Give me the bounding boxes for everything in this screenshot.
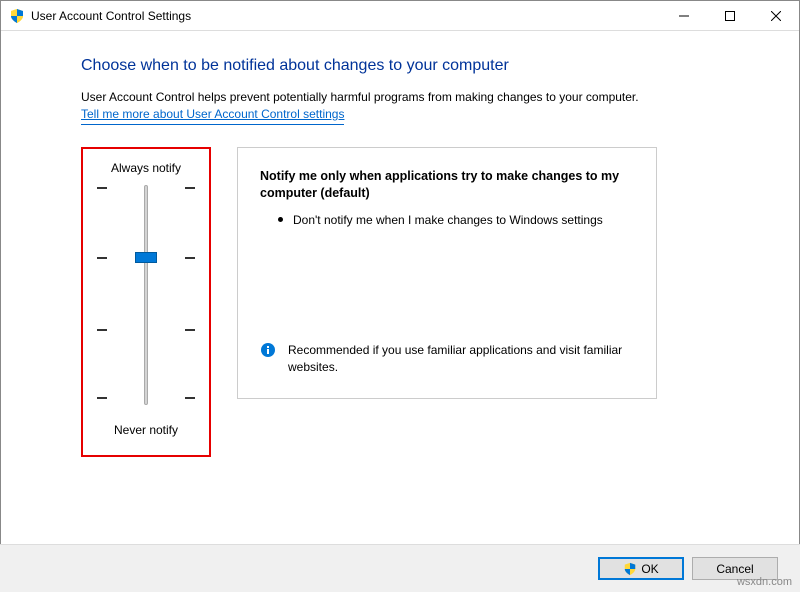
notify-bullet: Don't notify me when I make changes to W… [260, 211, 634, 229]
main-area: Always notify Never notify Notify me onl… [81, 147, 719, 457]
slider-highlight-box: Always notify Never notify [81, 147, 211, 457]
learn-more-link[interactable]: Tell me more about User Account Control … [81, 106, 344, 125]
window-title: User Account Control Settings [31, 9, 191, 23]
cancel-label: Cancel [716, 562, 753, 576]
slider-track [144, 185, 148, 405]
bullet-dot-icon [278, 217, 283, 222]
description-text: User Account Control helps prevent poten… [81, 89, 719, 125]
bullet-text: Don't notify me when I make changes to W… [293, 211, 603, 229]
notify-level-title: Notify me only when applications try to … [260, 168, 634, 203]
slider-top-label: Always notify [97, 161, 195, 175]
page-heading: Choose when to be notified about changes… [81, 57, 719, 75]
close-button[interactable] [753, 1, 799, 30]
info-panel: Notify me only when applications try to … [237, 147, 657, 399]
recommendation-text: Recommended if you use familiar applicat… [288, 342, 634, 376]
titlebar: User Account Control Settings [1, 1, 799, 31]
info-icon [260, 342, 276, 358]
slider-bottom-label: Never notify [97, 423, 195, 437]
ok-button[interactable]: OK [598, 557, 684, 580]
uac-slider[interactable] [97, 185, 195, 405]
window-controls [661, 1, 799, 30]
watermark: wsxdn.com [737, 576, 792, 588]
shield-icon [9, 8, 25, 24]
slider-thumb[interactable] [135, 252, 157, 263]
minimize-button[interactable] [661, 1, 707, 30]
ok-label: OK [641, 562, 658, 576]
maximize-button[interactable] [707, 1, 753, 30]
button-bar: OK Cancel [0, 544, 800, 592]
shield-icon [623, 562, 637, 576]
content-area: Choose when to be notified about changes… [1, 31, 799, 457]
description-line: User Account Control helps prevent poten… [81, 90, 639, 104]
recommendation: Recommended if you use familiar applicat… [260, 342, 634, 376]
